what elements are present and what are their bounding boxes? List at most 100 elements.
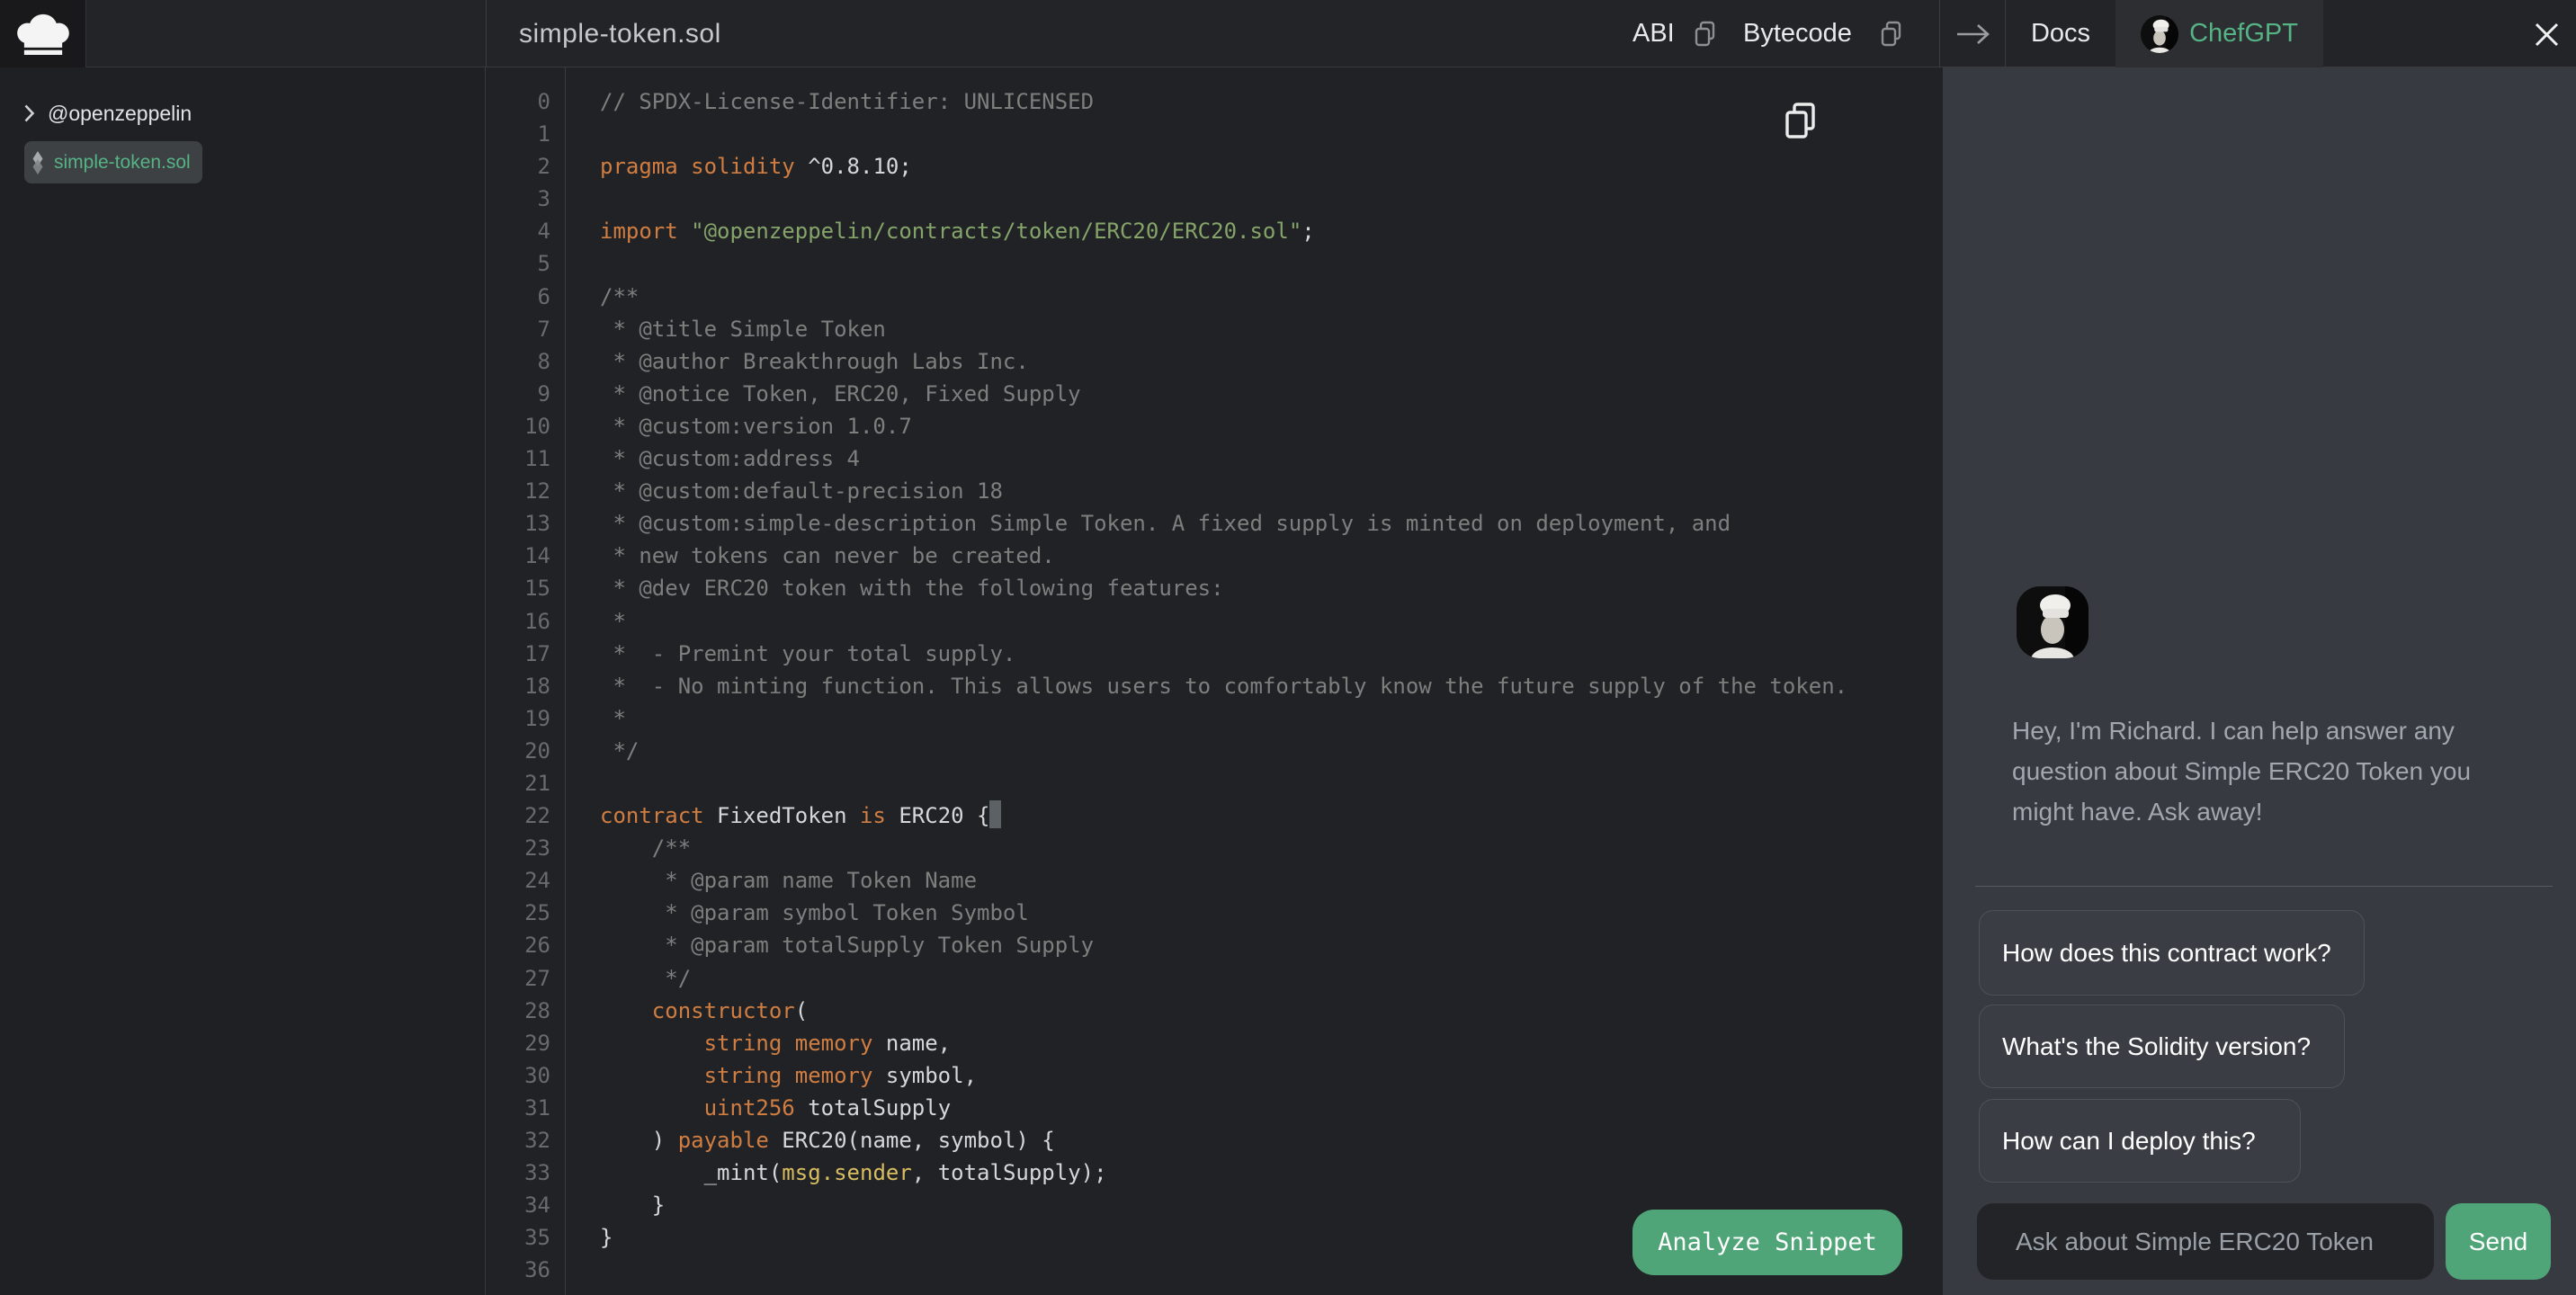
code-line[interactable]: 4import "@openzeppelin/contracts/token/E… [486,215,1943,247]
expand-panel-button[interactable] [1945,16,2001,52]
folder-label: @openzeppelin [48,102,192,126]
code-line[interactable]: 13 * @custom:simple-description Simple T… [486,507,1943,540]
code-line[interactable]: 28 constructor( [486,995,1943,1027]
code-line[interactable]: 14 * new tokens can never be created. [486,540,1943,572]
code-line[interactable]: 7 * @title Simple Token [486,313,1943,345]
text-cursor [989,800,1001,828]
assistant-avatar [2017,586,2089,658]
solidity-file-icon [30,150,46,175]
code-editor[interactable]: 0// SPDX-License-Identifier: UNLICENSED1… [486,67,1943,1295]
code-text: * @custom:address 4 [600,442,860,475]
code-line[interactable]: 10 * @custom:version 1.0.7 [486,410,1943,442]
code-line[interactable]: 11 * @custom:address 4 [486,442,1943,475]
code-line[interactable]: 15 * @dev ERC20 token with the following… [486,572,1943,604]
code-line[interactable]: 3 [486,183,1943,215]
top-bar: simple-token.sol ABI Bytecode Docs [0,0,2576,67]
app-logo-button[interactable] [0,0,86,67]
code-line[interactable]: 26 * @param totalSupply Token Supply [486,929,1943,961]
chat-divider [1975,886,2553,887]
close-button[interactable] [2529,17,2563,51]
line-number: 28 [486,995,550,1027]
code-line[interactable]: 21 [486,767,1943,799]
send-button[interactable]: Send [2446,1203,2551,1280]
code-line[interactable]: 16 * [486,605,1943,638]
code-text: _mint(msg.sender, totalSupply); [600,1157,1107,1189]
code-line[interactable]: 12 * @custom:default-precision 18 [486,475,1943,507]
code-line[interactable]: 1 [486,118,1943,150]
arrow-right-icon [1954,21,1993,48]
tree-folder-openzeppelin[interactable]: @openzeppelin [23,93,192,134]
bytecode-label: Bytecode [1743,0,1852,67]
copy-abi-icon[interactable] [1693,20,1718,49]
code-line[interactable]: 20 */ [486,735,1943,767]
code-line[interactable]: 33 _mint(msg.sender, totalSupply); [486,1157,1943,1189]
code-text: * @dev ERC20 token with the following fe… [600,572,1224,604]
code-text: uint256 totalSupply [600,1092,951,1124]
line-number: 6 [486,281,550,313]
code-line[interactable]: 22contract FixedToken is ERC20 { [486,799,1943,832]
line-number: 11 [486,442,550,475]
code-text: * @custom:version 1.0.7 [600,410,912,442]
code-text: // SPDX-License-Identifier: UNLICENSED [600,85,1094,118]
suggestion-deploy[interactable]: How can I deploy this? [1979,1099,2301,1183]
code-text: */ [600,962,691,995]
code-line[interactable]: 8 * @author Breakthrough Labs Inc. [486,345,1943,378]
chat-input[interactable] [1977,1203,2434,1280]
chefgpt-panel: Hey, I'm Richard. I can help answer any … [1943,67,2576,1295]
line-number: 7 [486,313,550,345]
code-line[interactable]: 31 uint256 totalSupply [486,1092,1943,1124]
code-text: * [600,702,626,735]
copy-bytecode-icon[interactable] [1879,20,1904,49]
line-number: 35 [486,1221,550,1254]
code-line[interactable]: 23 /** [486,832,1943,864]
assistant-greeting: Hey, I'm Richard. I can help answer any … [2012,710,2525,832]
line-number: 8 [486,345,550,378]
code-line[interactable]: 5 [486,247,1943,280]
code-line[interactable]: 24 * @param name Token Name [486,864,1943,897]
code-text: string memory symbol, [600,1059,977,1092]
copy-code-icon[interactable] [1782,102,1820,139]
code-text: * [600,605,626,638]
suggestion-solidity-version[interactable]: What's the Solidity version? [1979,1005,2345,1088]
code-text: * @custom:default-precision 18 [600,475,1003,507]
line-number: 20 [486,735,550,767]
line-number: 30 [486,1059,550,1092]
chevron-right-icon [23,103,35,123]
code-line[interactable]: 2pragma solidity ^0.8.10; [486,150,1943,183]
topbar-divider [486,0,487,67]
tab-docs[interactable]: Docs [2006,0,2115,67]
app-root: simple-token.sol ABI Bytecode Docs [0,0,2576,1295]
line-number: 3 [486,183,550,215]
docs-tab-label: Docs [2031,19,2090,49]
code-line[interactable]: 29 string memory name, [486,1027,1943,1059]
code-text: string memory name, [600,1027,951,1059]
code-text: * @notice Token, ERC20, Fixed Supply [600,378,1081,410]
code-text: * @param totalSupply Token Supply [600,929,1094,961]
code-text: * @title Simple Token [600,313,886,345]
code-line[interactable]: 0// SPDX-License-Identifier: UNLICENSED [486,85,1943,118]
line-number: 31 [486,1092,550,1124]
code-line[interactable]: 9 * @notice Token, ERC20, Fixed Supply [486,378,1943,410]
code-line[interactable]: 18 * - No minting function. This allows … [486,670,1943,702]
code-line[interactable]: 27 */ [486,962,1943,995]
code-line[interactable]: 32 ) payable ERC20(name, symbol) { [486,1124,1943,1157]
code-line[interactable]: 19 * [486,702,1943,735]
code-line[interactable]: 17 * - Premint your total supply. [486,638,1943,670]
chefgpt-avatar-icon [2141,15,2178,53]
tab-chefgpt[interactable]: ChefGPT [2115,0,2323,67]
code-text: * @author Breakthrough Labs Inc. [600,345,1029,378]
code-text: ) payable ERC20(name, symbol) { [600,1124,1055,1157]
code-lines: 0// SPDX-License-Identifier: UNLICENSED1… [486,85,1943,1286]
analyze-snippet-button[interactable]: Analyze Snippet [1632,1210,1902,1275]
suggestion-how-it-works[interactable]: How does this contract work? [1979,910,2365,996]
topbar-divider [1939,0,1940,67]
tree-file-simple-token[interactable]: simple-token.sol [24,141,202,183]
code-line[interactable]: 6/** [486,281,1943,313]
code-line[interactable]: 30 string memory symbol, [486,1059,1943,1092]
line-number: 15 [486,572,550,604]
file-explorer: @openzeppelin simple-token.sol [0,67,486,1295]
chefgpt-tab-label: ChefGPT [2189,19,2298,49]
code-line[interactable]: 25 * @param symbol Token Symbol [486,897,1943,929]
line-number: 9 [486,378,550,410]
line-number: 36 [486,1254,550,1286]
